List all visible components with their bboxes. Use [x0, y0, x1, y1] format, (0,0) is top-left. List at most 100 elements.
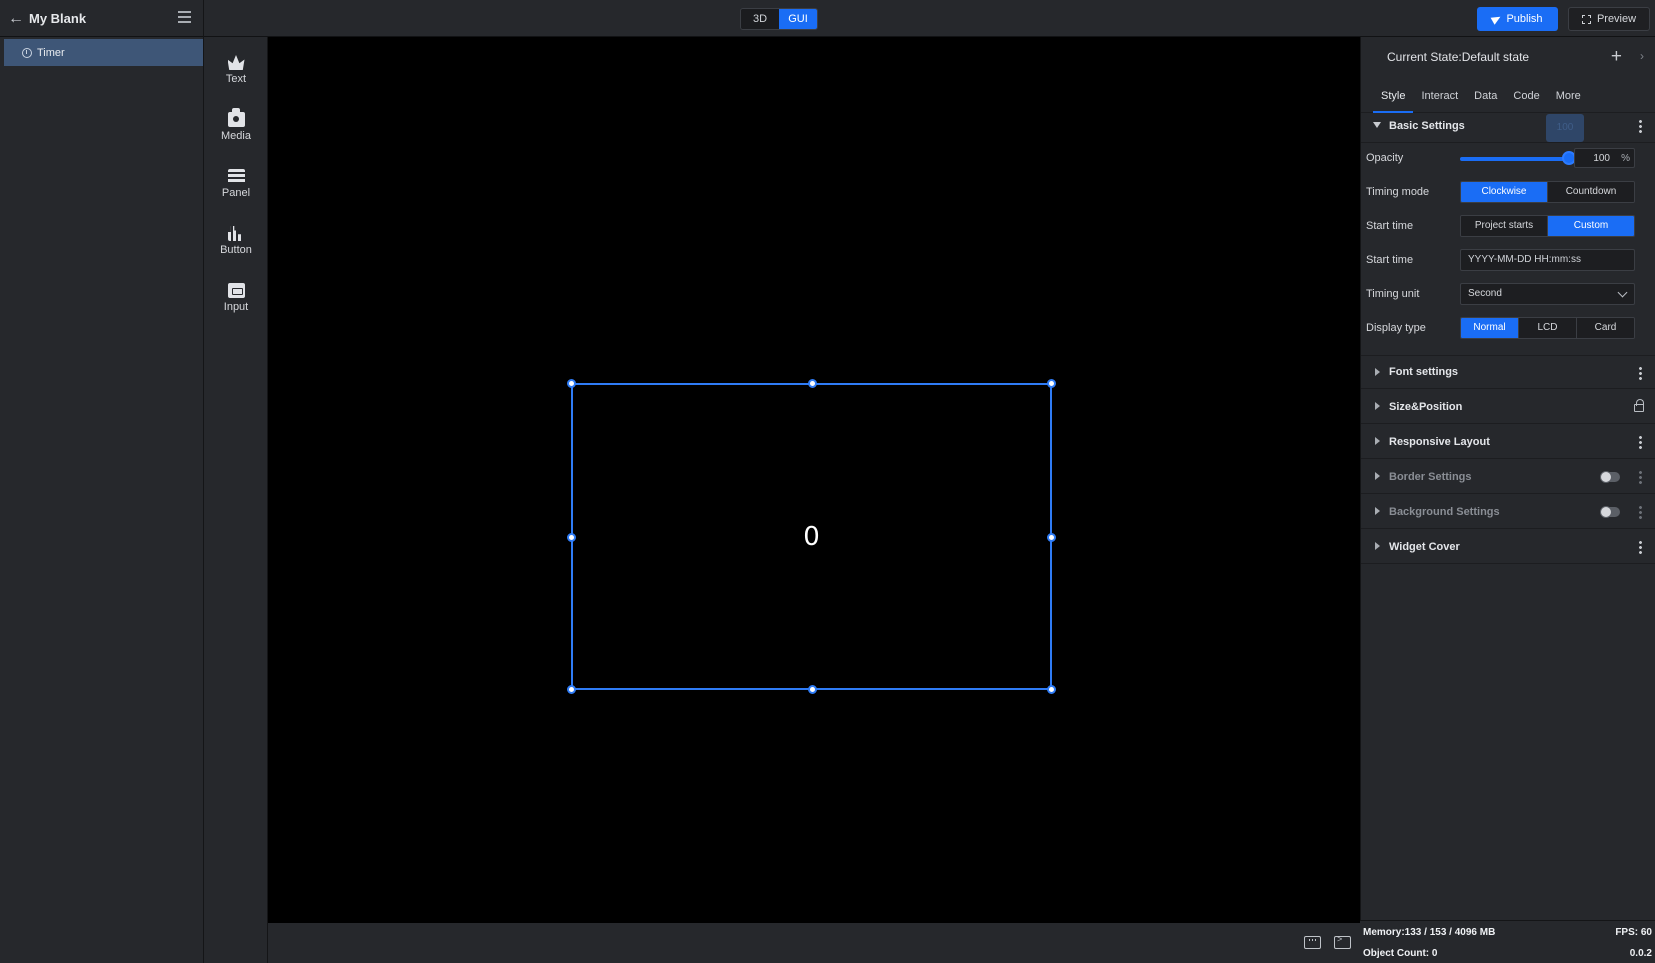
mode-gui-button[interactable]: GUI [779, 9, 817, 29]
timing-mode-countdown[interactable]: Countdown [1548, 182, 1634, 202]
caret-right-icon [1375, 402, 1380, 410]
timing-mode-clockwise[interactable]: Clockwise [1461, 182, 1548, 202]
top-bar: ← My Blank 3D GUI Publish Preview [0, 0, 1655, 37]
opacity-value: 100 [1593, 153, 1610, 164]
fps-readout: FPS: 60 [1615, 927, 1652, 938]
chevron-down-icon [1617, 287, 1628, 298]
layer-item-label: Timer [37, 46, 65, 59]
crown-icon [227, 55, 245, 70]
current-state-label: Current State:Default state [1387, 50, 1530, 64]
fullscreen-icon [1581, 14, 1591, 24]
timing-mode-row: Timing mode Clockwise Countdown [1361, 181, 1655, 205]
current-state-row: Current State:Default state + › [1361, 37, 1655, 77]
canvas-footer [268, 923, 1360, 963]
opacity-row: Opacity 100 100 % [1361, 114, 1655, 171]
resize-handle-bottom-right[interactable] [1047, 685, 1056, 694]
opacity-label: Opacity [1366, 152, 1404, 164]
resize-handle-top-right[interactable] [1047, 379, 1056, 388]
resize-handle-top-left[interactable] [567, 379, 576, 388]
timing-unit-select[interactable]: Second [1460, 283, 1635, 305]
version-label: 0.0.2 [1629, 948, 1652, 959]
section-border-settings[interactable]: Border Settings [1361, 460, 1655, 494]
display-type-normal[interactable]: Normal [1461, 318, 1519, 338]
terminal-icon[interactable] [1334, 934, 1351, 949]
display-type-label: Display type [1366, 322, 1426, 334]
lock-icon[interactable] [1634, 399, 1644, 412]
object-count: Object Count: 0 [1363, 948, 1438, 959]
display-type-card[interactable]: Card [1577, 318, 1634, 338]
start-time-input[interactable]: YYYY-MM-DD HH:mm:ss [1460, 249, 1635, 271]
input-icon [227, 283, 245, 298]
add-state-plus-icon[interactable]: + [1611, 47, 1622, 66]
section-title: Font settings [1389, 366, 1459, 378]
start-time-row: Start time Project starts Custom [1361, 215, 1655, 239]
opacity-unit: % [1621, 153, 1630, 164]
memory-readout: Memory:133 / 153 / 4096 MB [1363, 927, 1496, 938]
resize-handle-bottom[interactable] [808, 685, 817, 694]
more-vertical-icon[interactable] [1639, 505, 1642, 519]
widget-label: Media [221, 130, 251, 142]
border-toggle[interactable] [1600, 471, 1620, 483]
display-type-lcd[interactable]: LCD [1519, 318, 1577, 338]
background-toggle[interactable] [1600, 506, 1620, 518]
section-title: Background Settings [1389, 505, 1500, 518]
resize-handle-left[interactable] [567, 533, 576, 542]
section-title: Basic Settings [1389, 119, 1465, 132]
resize-handle-right[interactable] [1047, 533, 1056, 542]
section-basic-settings[interactable]: Basic Settings [1361, 109, 1655, 143]
project-header: ← My Blank [0, 0, 204, 37]
publish-label: Publish [1506, 13, 1543, 25]
caret-right-icon [1375, 542, 1380, 550]
section-widget-cover[interactable]: Widget Cover [1361, 530, 1655, 564]
more-vertical-icon[interactable] [1639, 366, 1642, 380]
resize-handle-top[interactable] [808, 379, 817, 388]
paper-plane-icon [1491, 13, 1503, 25]
more-vertical-icon[interactable] [1639, 540, 1642, 554]
opacity-slider-track[interactable] [1460, 157, 1568, 161]
preview-button[interactable]: Preview [1568, 7, 1650, 31]
opacity-input[interactable]: 100 % [1574, 148, 1635, 168]
more-vertical-icon[interactable] [1639, 119, 1642, 133]
timing-mode-segmented: Clockwise Countdown [1460, 181, 1635, 203]
section-responsive-layout[interactable]: Responsive Layout [1361, 425, 1655, 459]
caret-right-icon [1375, 472, 1380, 480]
hamburger-menu-icon[interactable] [178, 11, 191, 23]
start-time-project-starts[interactable]: Project starts [1461, 216, 1548, 236]
timer-widget-selection[interactable]: 0 [567, 379, 1056, 694]
widget-text[interactable]: Text [204, 43, 268, 97]
camera-icon [227, 108, 245, 127]
more-vertical-icon[interactable] [1639, 470, 1642, 484]
section-size-position[interactable]: Size&Position [1361, 390, 1655, 424]
resize-handle-bottom-left[interactable] [567, 685, 576, 694]
more-vertical-icon[interactable] [1639, 435, 1642, 449]
section-title: Responsive Layout [1389, 435, 1490, 448]
mode-toggle: 3D GUI [740, 8, 818, 30]
chevron-right-icon[interactable]: › [1640, 49, 1644, 63]
start-time-custom[interactable]: Custom [1548, 216, 1634, 236]
opacity-tooltip: 100 [1546, 114, 1584, 142]
timing-unit-label: Timing unit [1366, 288, 1420, 300]
widget-input[interactable]: Input [204, 271, 268, 325]
keyboard-icon[interactable] [1304, 936, 1321, 949]
preview-label: Preview [1596, 13, 1637, 25]
status-bar: Memory:133 / 153 / 4096 MB FPS: 60 Objec… [1360, 920, 1655, 963]
timing-mode-label: Timing mode [1366, 186, 1430, 198]
widget-label: Button [220, 244, 252, 256]
timing-unit-value: Second [1468, 288, 1502, 299]
caret-down-icon [1373, 122, 1381, 128]
widget-toolbar: Text Media Panel Button Input [204, 37, 268, 963]
publish-button[interactable]: Publish [1477, 7, 1558, 31]
start-time-label: Start time [1366, 220, 1414, 232]
widget-label: Panel [221, 187, 251, 199]
widget-button[interactable]: Button [204, 214, 268, 268]
layer-item-timer[interactable]: Timer [4, 39, 203, 66]
section-background-settings[interactable]: Background Settings [1361, 495, 1655, 529]
back-arrow-icon[interactable]: ← [3, 10, 29, 28]
caret-right-icon [1375, 368, 1380, 376]
mode-3d-button[interactable]: 3D [741, 9, 779, 29]
section-font-settings[interactable]: Font settings [1361, 355, 1655, 389]
section-title: Size&Position [1389, 400, 1463, 413]
display-type-row: Display type Normal LCD Card [1361, 317, 1655, 341]
widget-panel[interactable]: Panel [204, 157, 268, 211]
widget-media[interactable]: Media [204, 100, 268, 154]
